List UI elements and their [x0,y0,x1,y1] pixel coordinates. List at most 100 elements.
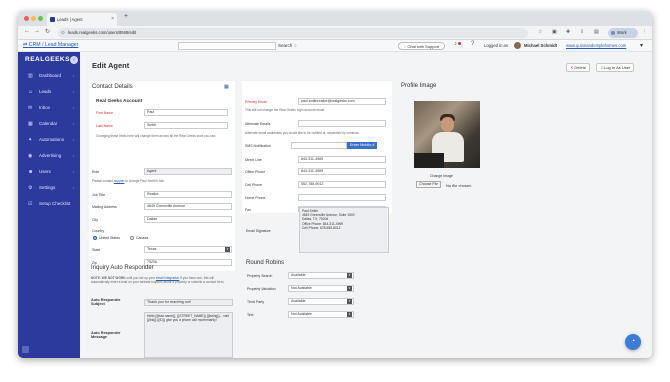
contact-details-card: Contact Details ▦ Real Geeks Account Fir… [89,81,235,271]
state-value: Texas [147,247,157,251]
direct-line-label: Direct Line [245,158,262,162]
role-note-post: to change Paul Smith's role. [125,179,165,183]
profile-pill[interactable]: Work [608,28,638,38]
direct-line-field[interactable]: 844-311-4969 [298,156,386,163]
minimize-window-button[interactable] [31,16,36,21]
chevron-right-icon: › [72,73,74,78]
first-name-field[interactable]: Paul [144,109,228,116]
round-robin-select[interactable]: Available ▾ [288,272,354,279]
email-signature-textarea[interactable]: Paul Smith 4849 Greenville Avenue, Suite… [299,207,389,253]
account-menu-chevron-icon[interactable]: ▾ [640,42,643,49]
sidebar-item-calendar[interactable]: ▦ Calendar › [18,118,80,130]
app-header: ⇄ CRM / Lead Manager Search ⌕ ◌ Chat with… [18,40,652,52]
home-phone-label: Home Phone [245,196,266,200]
round-robin-label: Property Search [247,274,273,278]
forward-icon[interactable]: → [34,28,40,34]
chevron-down-icon: ▾ [347,273,352,278]
sms-number-field[interactable] [291,142,347,149]
browser-menu-icon[interactable]: ⋮ [642,29,647,35]
round-robin-select[interactable]: Available ▾ [288,298,354,305]
crm-lead-manager-link[interactable]: ⇄ CRM / Lead Manager [23,42,78,48]
last-name-field[interactable]: Smith [144,122,228,129]
round-robin-label: Text [247,313,254,317]
sidebar-item-label: Leads [39,89,52,94]
extension-icon[interactable]: ▣ [552,29,557,35]
sidebar-item-settings[interactable]: ⚙ Settings › [18,182,80,194]
profile-image-title: Profile Image [401,83,437,89]
profile-label: Work [617,30,627,35]
city-field[interactable]: Dallas [144,216,232,223]
back-icon[interactable]: ← [24,28,30,34]
job-title-field[interactable]: Realtor [144,191,232,198]
home-phone-field[interactable] [298,194,386,201]
chat-with-support-button[interactable]: ◌ Chat with Support [398,42,445,50]
notification-bell-icon[interactable]: ♪ [454,41,457,47]
reload-icon[interactable]: ↻ [45,28,50,35]
header-search-input[interactable] [178,42,276,50]
user-avatar [514,42,521,49]
close-tab-icon[interactable]: × [111,13,114,26]
country-canada-radio[interactable] [130,236,134,240]
photo-face [441,117,454,132]
profile-photo [414,101,480,168]
enter-mobile-button[interactable]: Enter Mobile # [347,142,378,149]
website-link[interactable]: www.quinnandemplehomes.com [566,43,626,48]
download-icon[interactable]: ⇩ [580,29,584,35]
log-in-as-user-button[interactable]: ☺Log In As User [596,63,635,72]
tab-title: Leads | Agent [57,17,83,22]
primary-email-field[interactable]: paul.smithrealtor@realgeeks.com [298,98,386,105]
sidebar-item-setup-checklist[interactable]: ☑ Setup Checklist [18,198,80,210]
auto-responder-message-textarea[interactable]: Hello {{lead.name}}, {{STREET_NAME}} {{l… [144,312,233,358]
grid-view-icon[interactable]: ▦ [224,84,229,90]
first-name-label: First Name [96,111,114,115]
sidebar-item-leads[interactable]: ☺ Leads › [18,86,80,98]
zip-field[interactable]: 75206 [144,259,232,266]
maximize-window-button[interactable] [38,16,43,21]
alternate-emails-label: Alternate Emails [245,122,271,126]
sidebar-item-dashboard[interactable]: ▥ Dashboard › [18,70,80,82]
choose-file-button[interactable]: Choose File [416,181,442,188]
job-title-label: Job Title [92,193,106,197]
alternate-emails-field[interactable] [298,120,386,127]
mailing-address-field[interactable]: 4849 Greenville Avenue [144,203,232,210]
sidebar-collapse-icon[interactable]: ‹ [70,56,78,64]
sidepanel-icon[interactable]: ▤ [594,29,599,35]
puzzle-icon[interactable]: ✚ [566,29,570,35]
inquiry-auto-responder-title: Inquiry Auto Responder [91,265,154,271]
country-us-radio[interactable] [93,236,97,240]
office-phone-field[interactable]: 844-311-4969 [298,168,386,175]
sidebar-item-label: Automations [39,137,65,142]
role-field: Agent [144,168,232,175]
auto-responder-subject-field[interactable]: Thank you for reaching out! [144,299,233,306]
new-tab-icon[interactable]: + [124,13,128,20]
header-search-button[interactable]: Search ⌕ [278,41,297,51]
support-link[interactable]: support [114,179,125,183]
close-icon: ✕ [570,65,574,70]
site-info-icon[interactable]: ⊙ [61,28,65,38]
sidebar-item-inbox[interactable]: ✉ Inbox › [18,102,80,114]
round-robin-select[interactable]: Not Available ▾ [288,285,354,292]
role-note-pre: Please contact [92,179,113,183]
delete-button[interactable]: ✕Delete [566,63,590,72]
sidebar-item-automations[interactable]: ✦ Automations › [18,134,80,146]
no-file-chosen-text: No file chosen [446,183,472,188]
user-name: Michael Schmidt [524,43,558,48]
sidebar-item-advertising[interactable]: ◉ Advertising › [18,150,80,162]
help-icon[interactable]: ? [471,41,474,47]
round-robin-select[interactable]: Not Available ▾ [288,311,354,318]
url-bar[interactable]: ⊙ leads.realgeeks.com/users/8568/edit [58,28,528,38]
sidebar-footer-icon[interactable] [22,346,29,353]
bookmark-icon[interactable]: ☆ [538,29,542,35]
chat-widget-icon[interactable]: ◔ [625,334,641,350]
sidebar: REALGEEKS ‹ ▥ Dashboard › ☺ Leads › ✉ In… [18,52,80,358]
fax-label: Fax [245,208,251,212]
sidebar-item-users[interactable]: ☻ Users › [18,166,80,178]
primary-email-label: Primary Email [245,100,267,104]
close-window-button[interactable] [24,16,29,21]
browser-tab[interactable]: Leads | Agent × [47,13,117,26]
account-note: Changing these fields here will change t… [96,134,217,138]
round-robin-value: Available [291,299,306,303]
state-select[interactable]: Texas ▾ [144,246,232,253]
chevron-right-icon: › [72,169,74,174]
cell-phone-field[interactable]: 552-786-9012 [298,181,386,188]
